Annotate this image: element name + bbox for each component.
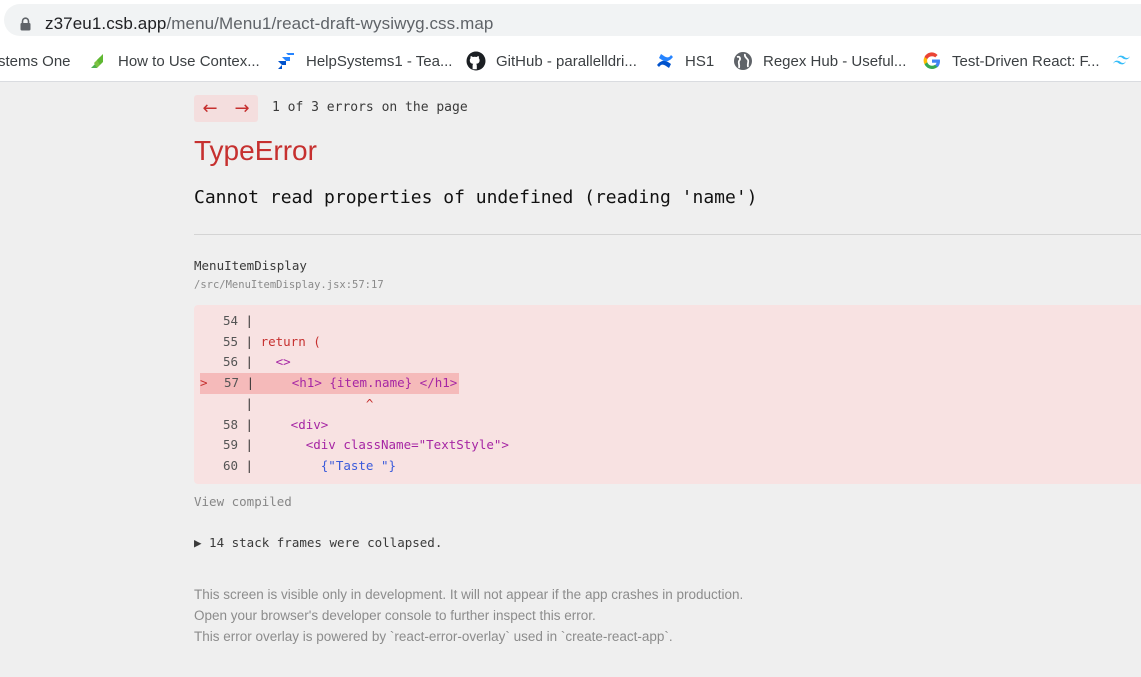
bookmark-label: Regex Hub - Useful... — [763, 52, 907, 70]
collapsed-stack-frames-toggle[interactable]: ▶ 14 stack frames were collapsed. — [194, 535, 442, 550]
bookmark-stems-one[interactable]: stems One — [0, 40, 71, 81]
code-text: <div className="TextStyle"> — [260, 437, 509, 453]
previous-error-button[interactable]: ← — [194, 95, 226, 122]
google-icon — [923, 52, 940, 70]
address-bar: z37eu1.csb.app/menu/Menu1/react-draft-wy… — [0, 0, 1141, 40]
code-line: 56 | <> — [194, 352, 291, 373]
lock-icon[interactable] — [20, 17, 31, 31]
code-line: 55 | return ( — [194, 332, 321, 353]
code-text: <h1> {item.name} </h1> — [261, 375, 458, 391]
code-text: return ( — [260, 333, 321, 349]
next-error-button[interactable]: → — [226, 95, 258, 122]
line-number: 55 — [222, 333, 238, 349]
code-line: | ^ — [238, 395, 374, 411]
globe-icon — [734, 52, 752, 70]
url-text[interactable]: z37eu1.csb.app/menu/Menu1/react-draft-wy… — [45, 14, 493, 34]
line-number: 57 — [224, 375, 240, 391]
bookmark-label: HelpSystems1 - Tea... — [306, 52, 453, 70]
error-navigation: ← → — [194, 95, 258, 122]
footer-line: This error overlay is powered by `react-… — [194, 629, 673, 644]
code-line: 60 | {"Taste "} — [194, 456, 396, 477]
bookmark-label: GitHub - parallelldri... — [496, 52, 637, 70]
bookmark-how-to-use-context[interactable]: How to Use Contex... — [88, 40, 260, 81]
footer-line: Open your browser's developer console to… — [194, 608, 596, 623]
code-frame: 54 | 55 | return ( 56 | <> > 57 | <h1> {… — [194, 305, 1141, 484]
error-overlay: ← → 1 of 3 errors on the page TypeError … — [0, 83, 1141, 677]
code-line: 54 | — [194, 311, 261, 332]
url-field[interactable]: z37eu1.csb.app/menu/Menu1/react-draft-wy… — [4, 4, 1141, 36]
bookmark-label: stems One — [0, 52, 71, 70]
line-number: 59 — [222, 437, 238, 453]
stack-function-name: MenuItemDisplay — [194, 258, 307, 273]
error-line-marker: > — [200, 375, 216, 391]
tailwind-icon — [1113, 55, 1130, 65]
green-logo-icon — [91, 54, 103, 68]
line-number: 58 — [222, 416, 238, 432]
code-text: <div> — [260, 416, 329, 432]
footer-line: This screen is visible only in developme… — [194, 587, 744, 602]
line-number: 54 — [222, 313, 238, 328]
bookmark-label: Test-Driven React: F... — [952, 52, 1100, 70]
highlighted-code-line: > 57 | <h1> {item.name} </h1> — [200, 373, 460, 394]
url-host: z37eu1.csb.app — [45, 14, 167, 33]
divider — [194, 234, 1141, 235]
bookmark-tailwind[interactable] — [1112, 40, 1141, 81]
bookmark-test-driven-react[interactable]: Test-Driven React: F... — [922, 40, 1100, 81]
bookmark-github[interactable]: GitHub - parallelldri... — [466, 40, 637, 81]
stack-file-path[interactable]: /src/MenuItemDisplay.jsx:57:17 — [194, 279, 384, 291]
code-text: <> — [260, 354, 291, 370]
line-number: 60 — [222, 457, 238, 473]
url-path: /menu/Menu1/react-draft-wysiwyg.css.map — [166, 14, 494, 33]
code-text: {"Taste "} — [260, 457, 397, 473]
line-number: 56 — [222, 354, 238, 370]
error-count: 1 of 3 errors on the page — [272, 100, 468, 115]
bookmark-helpsystems1[interactable]: HelpSystems1 - Tea... — [276, 40, 453, 81]
code-line: 58 | <div> — [194, 415, 328, 436]
error-message: Cannot read properties of undefined (rea… — [194, 187, 758, 208]
overlay-footer: This screen is visible only in developme… — [194, 584, 743, 647]
error-type-heading: TypeError — [194, 135, 317, 166]
bookmark-label: HS1 — [685, 52, 715, 70]
bookmark-hs1[interactable]: HS1 — [655, 40, 715, 81]
error-caret: ^ — [260, 395, 374, 411]
bookmark-label: How to Use Contex... — [118, 52, 260, 70]
view-compiled-link[interactable]: View compiled — [194, 494, 292, 509]
bookmarks-bar: stems One How to Use Contex... HelpSyste… — [0, 40, 1141, 82]
code-line: 59 | <div className="TextStyle"> — [194, 435, 509, 456]
github-icon — [466, 51, 486, 71]
confluence-icon — [657, 54, 673, 68]
jira-icon — [278, 53, 294, 69]
bookmark-regex-hub[interactable]: Regex Hub - Useful... — [733, 40, 907, 81]
